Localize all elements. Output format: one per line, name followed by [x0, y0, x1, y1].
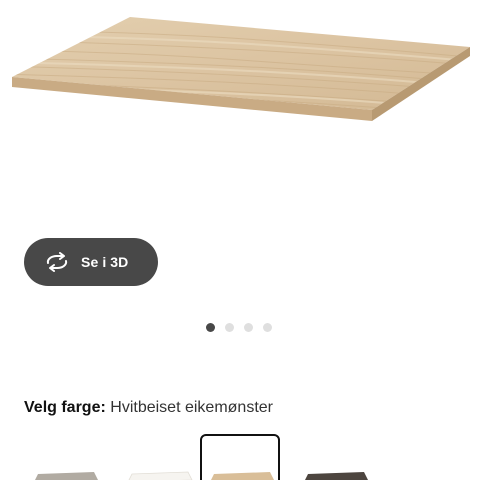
- color-swatch-whitewashed-oak[interactable]: [200, 434, 280, 480]
- color-swatches: [24, 434, 464, 480]
- product-image[interactable]: [0, 0, 480, 240]
- carousel-dot-4[interactable]: [263, 323, 272, 332]
- color-heading-label: Velg farge:: [24, 399, 106, 416]
- color-selection-heading: Velg farge: Hvitbeiset eikemønster: [24, 398, 273, 418]
- view-in-3d-button[interactable]: Se i 3D: [24, 238, 158, 286]
- color-swatch-white[interactable]: [118, 434, 198, 480]
- carousel-dot-1[interactable]: [206, 323, 215, 332]
- carousel-dot-3[interactable]: [244, 323, 253, 332]
- view-in-3d-label: Se i 3D: [81, 254, 129, 270]
- rotate-3d-icon: [44, 252, 70, 272]
- color-swatch-dark-brown[interactable]: [294, 434, 374, 480]
- product-page: Se i 3D Velg farge: Hvitbeiset eikemønst…: [0, 0, 480, 480]
- selected-color-name: Hvitbeiset eikemønster: [110, 399, 273, 416]
- color-swatch-grey[interactable]: [24, 434, 104, 480]
- carousel-dot-2[interactable]: [225, 323, 234, 332]
- image-carousel-dots: [206, 323, 272, 332]
